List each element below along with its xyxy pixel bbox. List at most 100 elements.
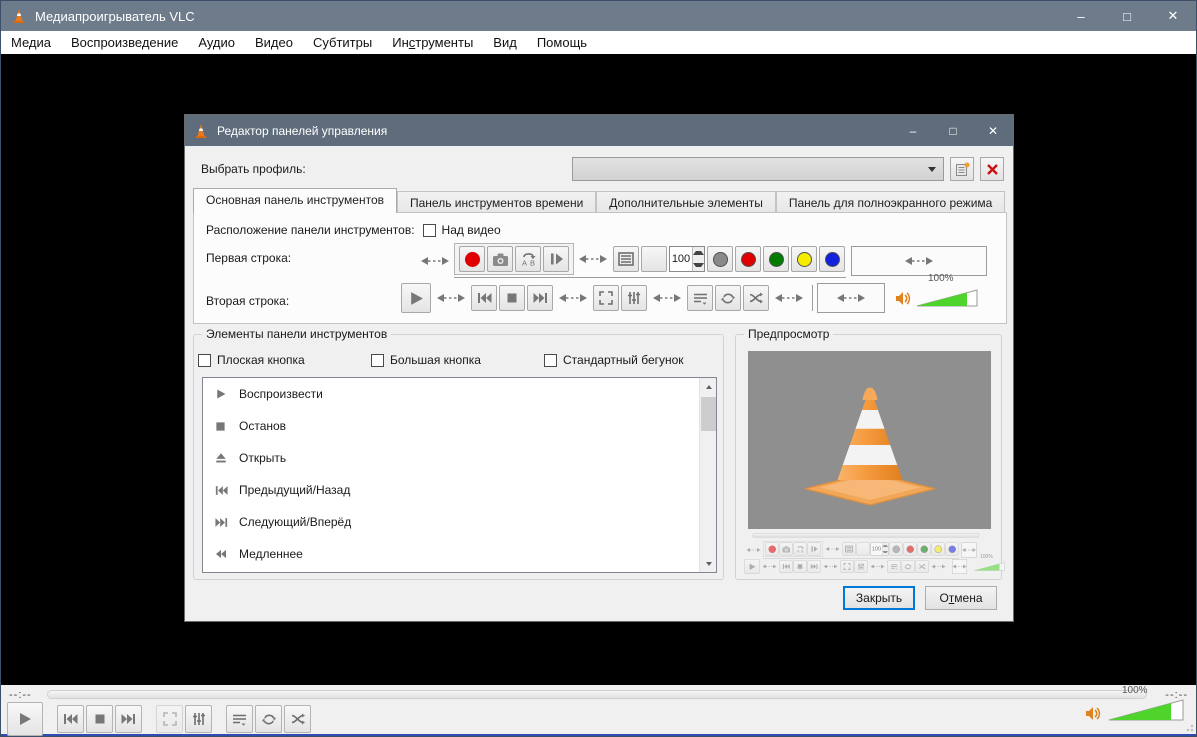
teletext-green-button[interactable]	[763, 246, 789, 272]
snapshot-button[interactable]	[487, 246, 513, 272]
extended-settings-button[interactable]	[854, 560, 868, 573]
volume-slider[interactable]	[974, 562, 1005, 571]
random-button[interactable]	[284, 705, 311, 733]
scroll-down-icon[interactable]	[700, 555, 716, 572]
native-slider-checkbox[interactable]: Стандартный бегунок	[544, 353, 684, 367]
menu-playback[interactable]: Воспроизведение	[61, 32, 188, 53]
volume-slider[interactable]	[916, 289, 978, 307]
fullscreen-button[interactable]	[156, 705, 183, 733]
stop-button[interactable]	[499, 285, 525, 311]
next-button[interactable]	[527, 285, 553, 311]
expanding-spacer-icon[interactable]	[421, 255, 449, 267]
play-button[interactable]	[401, 283, 431, 313]
list-item[interactable]: Предыдущий/Назад	[203, 474, 716, 506]
minimize-icon[interactable]: –	[1058, 1, 1104, 31]
expanding-spacer-icon[interactable]	[775, 292, 803, 304]
scroll-up-icon[interactable]	[700, 378, 716, 395]
close-icon[interactable]: ✕	[973, 115, 1013, 146]
extended-settings-button[interactable]	[621, 285, 647, 311]
previous-button[interactable]	[471, 285, 497, 311]
teletext-blue-button[interactable]	[945, 542, 959, 556]
loop-button[interactable]	[715, 285, 741, 311]
close-button[interactable]: Закрыть	[843, 586, 915, 610]
previous-button[interactable]	[57, 705, 84, 733]
list-item[interactable]: Медленнее	[203, 538, 716, 570]
list-item[interactable]: Воспроизвести	[203, 378, 716, 410]
delete-profile-button[interactable]	[980, 157, 1004, 181]
menu-audio[interactable]: Аудио	[188, 32, 245, 53]
blank-widget[interactable]	[641, 246, 667, 272]
list-scrollbar[interactable]	[699, 378, 716, 572]
loop-button[interactable]	[255, 705, 282, 733]
toolbar-drop-area[interactable]	[817, 283, 885, 313]
fullscreen-button[interactable]	[593, 285, 619, 311]
tab-time-toolbar[interactable]: Панель инструментов времени	[397, 191, 597, 213]
menu-media[interactable]: Медиа	[1, 32, 61, 53]
stop-button[interactable]	[793, 560, 807, 573]
teletext-yellow-button[interactable]	[791, 246, 817, 272]
resize-grip[interactable]	[1186, 724, 1194, 732]
ab-loop-button[interactable]: AB	[793, 542, 807, 556]
teletext-transparency-button[interactable]	[889, 542, 903, 556]
loop-button[interactable]	[901, 560, 915, 573]
expanding-spacer-icon[interactable]	[762, 564, 777, 570]
expanding-spacer-icon[interactable]	[746, 547, 761, 553]
stop-button[interactable]	[86, 705, 113, 733]
list-item[interactable]: Следующий/Вперёд	[203, 506, 716, 538]
seek-slider[interactable]	[47, 690, 1147, 699]
spin-down-icon[interactable]	[693, 259, 704, 271]
teletext-page-spinbox[interactable]: 100	[669, 246, 705, 272]
playlist-button[interactable]	[887, 560, 901, 573]
spin-up-icon[interactable]	[693, 247, 704, 259]
cancel-button[interactable]: Отмена	[925, 586, 997, 610]
toolbar-drop-area[interactable]	[851, 245, 987, 276]
expanding-spacer-icon[interactable]	[559, 292, 587, 304]
teletext-transparency-button[interactable]	[707, 246, 733, 272]
expanding-spacer-icon[interactable]	[931, 564, 946, 570]
next-button[interactable]	[807, 560, 821, 573]
random-button[interactable]	[743, 285, 769, 311]
save-profile-button[interactable]	[950, 157, 974, 181]
expanding-spacer-icon[interactable]	[825, 546, 840, 552]
random-button[interactable]	[915, 560, 929, 573]
teletext-red-button[interactable]	[903, 542, 917, 556]
play-button[interactable]	[744, 559, 760, 574]
big-button-checkbox[interactable]: Большая кнопка	[371, 353, 544, 367]
expanding-spacer-icon[interactable]	[579, 253, 607, 265]
menus-button[interactable]	[613, 246, 639, 272]
record-button[interactable]	[459, 246, 485, 272]
close-icon[interactable]: ✕	[1150, 1, 1196, 31]
playlist-button[interactable]	[226, 705, 253, 733]
teletext-green-button[interactable]	[917, 542, 931, 556]
teletext-yellow-button[interactable]	[931, 542, 945, 556]
toolbar-drop-area[interactable]	[961, 542, 977, 558]
menu-video[interactable]: Видео	[245, 32, 303, 53]
frame-by-frame-button[interactable]	[807, 542, 821, 556]
volume-control[interactable]: 100%	[1085, 685, 1184, 721]
toolbar-drop-area[interactable]	[952, 559, 967, 574]
minimize-icon[interactable]: –	[893, 115, 933, 146]
fullscreen-button[interactable]	[840, 560, 854, 573]
scrollbar-thumb[interactable]	[701, 397, 716, 431]
extended-settings-button[interactable]	[185, 705, 212, 733]
profile-combobox[interactable]	[572, 157, 944, 181]
play-button[interactable]	[7, 702, 43, 736]
expanding-spacer-icon[interactable]	[870, 564, 885, 570]
expanding-spacer-icon[interactable]	[653, 292, 681, 304]
expanding-spacer-icon[interactable]	[437, 292, 465, 304]
menu-view[interactable]: Вид	[483, 32, 527, 53]
blank-widget[interactable]	[856, 542, 870, 556]
flat-button-checkbox[interactable]: Плоская кнопка	[198, 353, 371, 367]
tab-advanced-widget[interactable]: Дополнительные элементы	[596, 191, 776, 213]
volume-slider[interactable]	[1108, 699, 1184, 721]
maximize-icon[interactable]: □	[933, 115, 973, 146]
ab-loop-button[interactable]: AB	[515, 246, 541, 272]
menu-tools[interactable]: Инструменты	[382, 32, 483, 53]
record-button[interactable]	[765, 542, 779, 556]
tab-fullscreen-controller[interactable]: Панель для полноэкранного режима	[775, 191, 1006, 213]
tab-main-toolbar[interactable]: Основная панель инструментов	[193, 188, 397, 213]
next-button[interactable]	[115, 705, 142, 733]
playlist-button[interactable]	[687, 285, 713, 311]
frame-by-frame-button[interactable]	[543, 246, 569, 272]
menus-button[interactable]	[842, 542, 856, 556]
